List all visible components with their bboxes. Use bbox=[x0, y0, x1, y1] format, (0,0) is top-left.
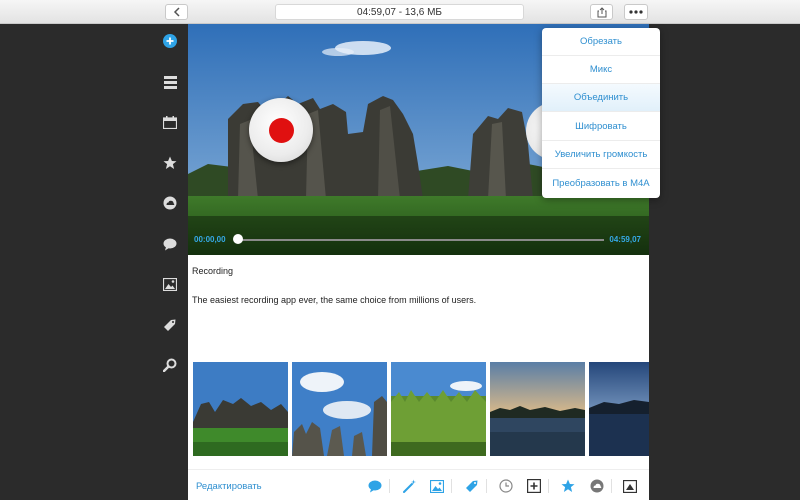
chat-icon bbox=[368, 480, 382, 492]
back-button[interactable] bbox=[165, 4, 188, 20]
sidebar-item-cloud[interactable] bbox=[160, 193, 180, 213]
add-box-icon bbox=[527, 479, 541, 493]
photo-lake-night bbox=[589, 362, 649, 456]
list-icon bbox=[163, 75, 177, 89]
sidebar-item-comments[interactable] bbox=[160, 234, 180, 254]
photo-lake-dusk bbox=[490, 362, 585, 456]
sidebar-item-favorites[interactable] bbox=[160, 153, 180, 173]
bottom-toolbar: Редактировать bbox=[188, 469, 649, 500]
playback-bar: 00:00,00 04:59,07 bbox=[188, 227, 649, 255]
top-toolbar: 04:59,07 - 13,6 МБ bbox=[0, 0, 800, 24]
sidebar-item-search[interactable] bbox=[160, 355, 180, 375]
menu-item-encrypt[interactable]: Шифровать bbox=[542, 113, 660, 141]
chat-icon bbox=[163, 238, 177, 250]
photo-thumbnail[interactable] bbox=[589, 362, 649, 456]
divider bbox=[611, 479, 612, 493]
cloud-icon bbox=[163, 196, 177, 210]
image-frame-icon bbox=[623, 479, 637, 493]
recording-title: Recording bbox=[192, 266, 234, 276]
sidebar-item-add[interactable] bbox=[160, 31, 180, 51]
add-icon bbox=[163, 34, 177, 48]
divider bbox=[486, 479, 487, 493]
divider bbox=[548, 479, 549, 493]
reminder-button[interactable] bbox=[497, 477, 515, 495]
recording-description: The easiest recording app ever, the same… bbox=[192, 295, 477, 305]
menu-item-merge[interactable]: Объединить bbox=[542, 84, 660, 112]
menu-item-trim[interactable]: Обрезать bbox=[542, 28, 660, 56]
tag-icon bbox=[164, 319, 176, 331]
photo-frame-button[interactable] bbox=[621, 477, 639, 495]
image-button[interactable] bbox=[428, 477, 446, 495]
image-icon bbox=[430, 479, 444, 493]
comment-button[interactable] bbox=[366, 477, 384, 495]
magic-wand-icon bbox=[403, 479, 416, 493]
star-icon bbox=[163, 156, 177, 169]
calendar-icon bbox=[163, 115, 177, 129]
edit-button[interactable]: Редактировать bbox=[196, 481, 262, 492]
enhance-button[interactable] bbox=[401, 477, 419, 495]
photo-pillars bbox=[292, 362, 387, 456]
share-button[interactable] bbox=[590, 4, 613, 20]
tag-icon bbox=[466, 480, 478, 492]
total-time: 04:59,07 bbox=[609, 235, 641, 244]
cloud-button[interactable] bbox=[588, 477, 606, 495]
chevron-left-icon bbox=[173, 7, 180, 17]
tag-button[interactable] bbox=[463, 477, 481, 495]
sidebar-item-list[interactable] bbox=[160, 72, 180, 92]
menu-item-mix[interactable]: Микс bbox=[542, 56, 660, 84]
recording-details: Recording The easiest recording app ever… bbox=[188, 255, 649, 500]
search-icon bbox=[163, 358, 177, 372]
record-button[interactable] bbox=[249, 98, 313, 162]
photo-thumbnail[interactable] bbox=[193, 362, 288, 456]
current-time: 00:00,00 bbox=[194, 235, 226, 244]
sidebar-item-calendar[interactable] bbox=[160, 112, 180, 132]
favorite-button[interactable] bbox=[559, 477, 577, 495]
record-icon bbox=[268, 117, 294, 143]
cloud-icon bbox=[590, 479, 604, 493]
divider bbox=[451, 479, 452, 493]
clock-icon bbox=[499, 479, 513, 493]
right-background bbox=[649, 24, 800, 500]
more-button[interactable] bbox=[624, 4, 648, 20]
ellipsis-icon bbox=[629, 10, 643, 14]
image-icon bbox=[163, 277, 177, 291]
app-window: 04:59,07 - 13,6 МБ 00:00,00 04:59,07 Rec… bbox=[0, 0, 800, 500]
actions-menu: Обрезать Микс Объединить Шифровать Увели… bbox=[542, 28, 660, 198]
playback-track[interactable] bbox=[236, 239, 604, 241]
menu-item-convert[interactable]: Преобразовать в M4A bbox=[542, 169, 660, 197]
title-field: 04:59,07 - 13,6 МБ bbox=[275, 4, 524, 20]
add-button[interactable] bbox=[525, 477, 543, 495]
star-icon bbox=[561, 479, 575, 492]
photo-thumbnail[interactable] bbox=[490, 362, 585, 456]
photo-thumbnail[interactable] bbox=[391, 362, 486, 456]
share-icon bbox=[597, 6, 606, 17]
sidebar-item-tags[interactable] bbox=[160, 315, 180, 335]
divider bbox=[389, 479, 390, 493]
photo-corn-field bbox=[391, 362, 486, 456]
sidebar bbox=[152, 24, 188, 500]
menu-item-volume[interactable]: Увеличить громкость bbox=[542, 141, 660, 169]
sidebar-item-images[interactable] bbox=[160, 274, 180, 294]
photo-stone-forest bbox=[193, 362, 288, 456]
photo-thumbnail[interactable] bbox=[292, 362, 387, 456]
playback-knob[interactable] bbox=[233, 234, 243, 244]
